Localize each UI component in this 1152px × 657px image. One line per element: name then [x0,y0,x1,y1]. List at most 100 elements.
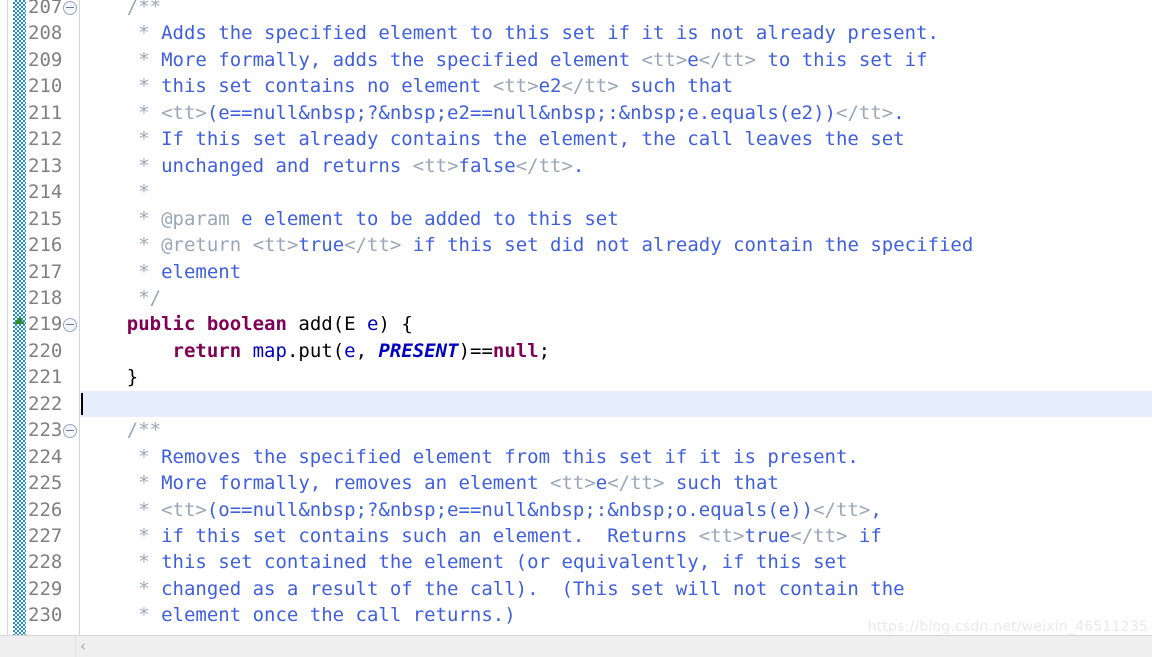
code-token: e [344,339,356,362]
line-number: 217 [28,260,63,283]
code-token: </tt> [344,234,402,257]
code-token: <tt> [550,472,596,495]
code-token: * [81,498,162,521]
code-token: this set contained the element (or equiv… [161,551,848,574]
code-line[interactable]: * this set contained the element (or equ… [81,549,1152,575]
code-token: , [355,339,379,362]
line-number: 213 [28,154,63,177]
code-token: element once the call returns.) [161,604,516,627]
code-token: </tt> [561,75,619,98]
code-token: * [81,234,162,257]
code-token: e [367,313,379,336]
code-token: <tt> [161,101,207,124]
code-token: if this set did not already contain the … [401,234,974,257]
code-line[interactable] [81,390,1152,418]
code-line[interactable]: * unchanged and returns <tt>false</tt>. [81,153,1152,179]
code-token: <tt> [492,75,539,98]
horizontal-scrollbar[interactable]: ‹ [0,635,1152,657]
code-token: * [81,22,162,45]
code-token: true [298,234,345,257]
code-token: @param [161,207,230,230]
line-number: 224 [28,445,63,468]
collapse-circle-icon[interactable] [63,1,77,15]
code-token: </tt> [836,101,894,124]
line-number: 222 [28,392,63,415]
code-token: * [81,604,162,627]
code-token: )== [458,339,493,362]
code-token: if this set contains such an element. Re… [161,525,699,547]
code-line[interactable]: * Adds the specified element to this set… [81,20,1152,46]
code-token: </tt> [813,498,871,521]
code-token: /** [81,0,162,18]
code-line[interactable]: * @return <tt>true</tt> if this set did … [81,232,1152,258]
code-line[interactable]: * [81,179,1152,205]
code-line[interactable]: * Removes the specified element from thi… [81,444,1152,470]
code-token: /** [81,419,162,442]
line-number: 210 [28,75,63,98]
code-token: . [572,154,585,177]
code-token: Adds the specified element to this set i… [161,22,939,45]
code-token: (e==null&nbsp;?&nbsp;e2==null&nbsp;:&nbs… [206,101,836,124]
code-token: e [595,472,608,495]
code-line[interactable]: /** [81,417,1152,443]
code-token: map [252,339,287,362]
code-line[interactable]: * More formally, removes an element <tt>… [81,470,1152,496]
line-number: 211 [28,101,63,124]
code-token: * [81,260,162,283]
code-token: } [81,366,139,389]
code-token: unchanged and returns [161,154,413,177]
code-token: * [81,101,162,124]
code-token: <tt> [412,154,459,177]
code-token: if [847,525,882,547]
code-token: * [81,445,162,468]
code-line[interactable]: /** [81,0,1152,20]
code-token: Removes the specified element from this … [161,445,859,468]
code-line[interactable]: * this set contains no element <tt>e2</t… [81,73,1152,99]
line-number: 225 [28,472,63,495]
code-token: <tt> [161,498,207,521]
code-token: .put( [286,339,345,362]
code-line[interactable]: } [81,364,1152,390]
code-token: , [870,498,882,521]
line-number: 220 [28,339,63,362]
code-editor[interactable]: 207 208 209 210 211 212 213 214 215 216 217 218 219 2… [0,0,1152,657]
code-token: @return [161,234,242,257]
window-left-edge [0,0,8,635]
code-token: * [81,154,162,177]
code-line[interactable]: * More formally, adds the specified elem… [81,47,1152,73]
code-token: return [172,339,242,362]
line-number: 228 [28,551,63,574]
line-number: 230 [28,604,63,627]
line-number: 212 [28,128,63,151]
code-token: </tt> [790,525,848,547]
code-token: </tt> [698,48,756,71]
code-token: * [81,75,162,98]
code-line[interactable]: * @param e element to be added to this s… [81,206,1152,232]
code-line[interactable]: * element once the call returns.) [81,602,1152,628]
code-line[interactable]: * If this set already contains the eleme… [81,126,1152,152]
code-token: true [744,525,791,547]
code-line[interactable]: * <tt>(o==null&nbsp;?&nbsp;e==null&nbsp;… [81,497,1152,523]
code-token: * [81,472,162,495]
code-line[interactable]: */ [81,285,1152,311]
code-line[interactable]: * changed as a result of the call). (Thi… [81,576,1152,602]
code-token: <tt> [698,525,745,547]
code-line[interactable]: return map.put(e, PRESENT)==null; [81,338,1152,364]
code-line[interactable]: * if this set contains such an element. … [81,523,1152,549]
code-token: * [81,128,162,151]
code-token: </tt> [515,154,573,177]
code-line[interactable]: * <tt>(e==null&nbsp;?&nbsp;e2==null&nbsp… [81,100,1152,126]
scroll-left-arrow-icon[interactable]: ‹ [80,636,86,657]
code-token: such that [618,75,734,98]
code-token: * [81,181,150,204]
code-token: changed as a result of the call). (This … [161,577,905,600]
code-token: * [81,525,162,547]
code-token: ) { [378,313,413,336]
code-token: null [492,339,539,362]
code-text-area[interactable]: /** * Adds the specified element to this… [81,0,1152,635]
code-line[interactable]: * element [81,259,1152,285]
code-line[interactable]: public boolean add(E e) { [81,311,1152,337]
